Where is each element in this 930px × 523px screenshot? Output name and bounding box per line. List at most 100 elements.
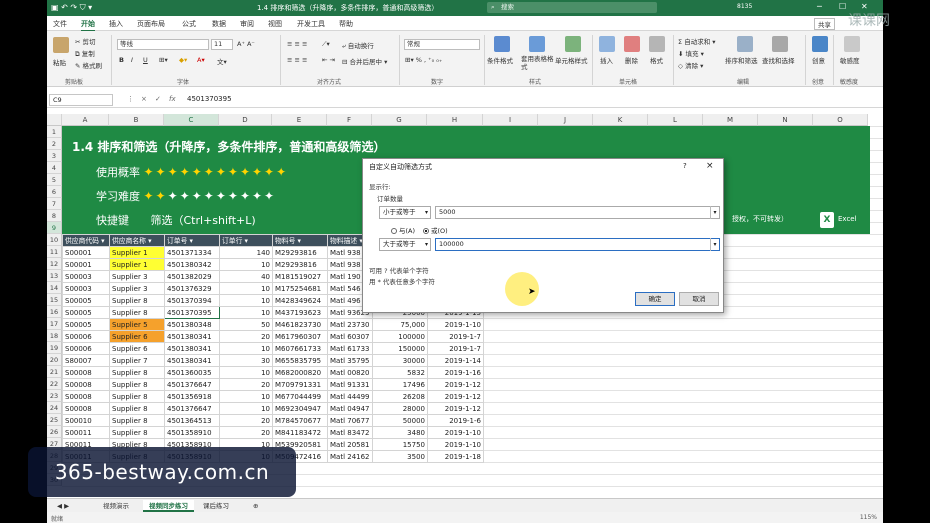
table-cell[interactable]: 50000 <box>372 414 428 427</box>
underline-button[interactable]: U <box>143 56 148 64</box>
row-header[interactable]: 25 <box>47 414 62 426</box>
bold-button[interactable]: B <box>119 56 124 64</box>
row-header[interactable]: 22 <box>47 378 62 390</box>
row-header[interactable]: 9 <box>47 222 62 234</box>
cell-styles-icon[interactable] <box>565 36 581 52</box>
table-cell[interactable]: 4501376329 <box>164 282 220 295</box>
table-cell[interactable]: S00008 <box>62 378 110 391</box>
table-cell[interactable]: 3480 <box>372 426 428 439</box>
dialog-close-icon[interactable]: × <box>706 161 714 171</box>
table-cell[interactable]: Matl 04947 <box>327 402 373 415</box>
table-cell[interactable]: M709791331 <box>272 378 328 391</box>
paste-icon[interactable] <box>53 37 69 53</box>
table-cell[interactable]: 2019-1-10 <box>427 426 484 439</box>
table-cell[interactable]: 2019-1-12 <box>427 402 484 415</box>
table-cell[interactable]: S00010 <box>62 414 110 427</box>
tab-help[interactable]: 帮助 <box>339 19 353 29</box>
align-left-icon[interactable]: ≡ ≡ ≡ <box>287 56 307 64</box>
row-header[interactable]: 15 <box>47 294 62 306</box>
find-select-icon[interactable] <box>772 36 788 52</box>
user-name[interactable]: 8135 <box>737 3 752 10</box>
table-cell[interactable]: M428349624 <box>272 294 328 307</box>
table-cell[interactable]: Matl 60307 <box>327 330 373 343</box>
table-cell[interactable]: Supplier 3 <box>109 282 165 295</box>
table-cell[interactable]: Supplier 8 <box>109 366 165 379</box>
chevron-down-icon[interactable]: ▾ <box>710 206 719 219</box>
row-header[interactable]: 2 <box>47 138 62 150</box>
column-header[interactable]: A <box>62 114 109 126</box>
table-cell[interactable]: S00005 <box>62 306 110 319</box>
font-size-select[interactable]: 11 <box>211 39 233 50</box>
sensitivity-icon[interactable] <box>844 36 860 52</box>
tab-developer[interactable]: 开发工具 <box>297 19 325 29</box>
minimize-icon[interactable]: ─ <box>817 2 822 11</box>
insert-function-icon[interactable]: fx <box>169 95 176 103</box>
table-cell[interactable]: S00008 <box>62 402 110 415</box>
creative-icon[interactable] <box>812 36 828 52</box>
fill-button[interactable]: ⬇ 填充 ▾ <box>678 48 704 58</box>
table-cell[interactable]: M437193623 <box>272 306 328 319</box>
insert-cells-icon[interactable] <box>599 36 615 52</box>
quick-access-toolbar[interactable]: ▣ ↶ ↷ ⛉ ▾ <box>51 3 92 13</box>
sheet-tab-homework[interactable]: 课后练习 <box>197 500 235 512</box>
paste-button[interactable]: 粘贴 <box>53 57 66 67</box>
italic-button[interactable]: I <box>131 56 133 64</box>
table-cell[interactable]: 10 <box>219 294 273 307</box>
row-header[interactable]: 3 <box>47 150 62 162</box>
currency-icon[interactable]: ⊞▾ % , ⁺₀ ₀₊ <box>405 56 442 64</box>
column-header[interactable]: B <box>109 114 164 126</box>
table-cell[interactable]: 4501371334 <box>164 246 220 259</box>
table-cell[interactable]: M175254681 <box>272 282 328 295</box>
table-cell[interactable]: S00005 <box>62 294 110 307</box>
table-cell[interactable]: 5832 <box>372 366 428 379</box>
orientation-icon[interactable]: ⟋▾ <box>322 40 330 49</box>
table-cell[interactable]: Matl 83472 <box>327 426 373 439</box>
insert-cells-button[interactable]: 插入 <box>600 55 613 65</box>
table-cell[interactable]: 2019-1-7 <box>427 330 484 343</box>
tab-view[interactable]: 视图 <box>268 19 282 29</box>
add-sheet-icon[interactable]: ⊕ <box>247 500 264 512</box>
table-cell[interactable]: 4501370395 <box>164 306 220 319</box>
tab-file[interactable]: 文件 <box>53 19 67 29</box>
sort-filter-icon[interactable] <box>737 36 753 52</box>
table-cell[interactable]: 10 <box>219 390 273 403</box>
table-cell[interactable]: Supplier 8 <box>109 426 165 439</box>
table-cell[interactable]: S00006 <box>62 342 110 355</box>
table-cell[interactable]: Matl 91331 <box>327 378 373 391</box>
confirm-edit-icon[interactable]: ✓ <box>155 95 161 103</box>
table-cell[interactable]: M682000820 <box>272 366 328 379</box>
table-cell[interactable]: 50 <box>219 318 273 331</box>
column-filter-header[interactable]: 供应商名称 ▾ <box>109 234 165 247</box>
table-cell[interactable]: Supplier 5 <box>109 318 165 331</box>
condition2-value-input[interactable]: 100000 ▾ <box>435 238 720 251</box>
table-cell[interactable]: Matl 61733 <box>327 342 373 355</box>
formula-input[interactable]: 4501370395 <box>187 95 232 103</box>
format-table-icon[interactable] <box>529 36 545 52</box>
table-cell[interactable]: 2019-1-16 <box>427 366 484 379</box>
condition1-value-input[interactable]: 5000 ▾ <box>435 206 720 219</box>
table-cell[interactable]: 20 <box>219 378 273 391</box>
indent-icon[interactable]: ⇤ ⇥ <box>322 56 335 64</box>
table-cell[interactable]: 150000 <box>372 342 428 355</box>
table-cell[interactable]: 4501356918 <box>164 390 220 403</box>
condition1-operator-select[interactable]: 小于或等于 ▾ <box>379 206 431 219</box>
chevron-down-icon[interactable]: ▾ <box>710 238 719 251</box>
sheet-tab-demo[interactable]: 视频演示 <box>97 500 135 512</box>
delete-cells-icon[interactable] <box>624 36 640 52</box>
table-cell[interactable]: 4501382029 <box>164 270 220 283</box>
column-header[interactable]: J <box>538 114 593 126</box>
and-radio[interactable]: 与(A) <box>391 225 415 235</box>
table-cell[interactable]: M692304947 <box>272 402 328 415</box>
table-cell[interactable]: S00003 <box>62 282 110 295</box>
table-cell[interactable]: Supplier 8 <box>109 306 165 319</box>
column-header[interactable]: M <box>703 114 758 126</box>
format-table-button[interactable]: 套用表格格式 <box>521 55 555 71</box>
font-color-icon[interactable]: A▾ <box>197 56 205 64</box>
help-icon[interactable]: ? <box>683 162 687 170</box>
row-header[interactable]: 13 <box>47 270 62 282</box>
table-cell[interactable]: 10 <box>219 402 273 415</box>
row-header[interactable]: 17 <box>47 318 62 330</box>
table-cell[interactable]: 100000 <box>372 330 428 343</box>
table-cell[interactable]: 10 <box>219 282 273 295</box>
table-cell[interactable]: 4501380341 <box>164 330 220 343</box>
